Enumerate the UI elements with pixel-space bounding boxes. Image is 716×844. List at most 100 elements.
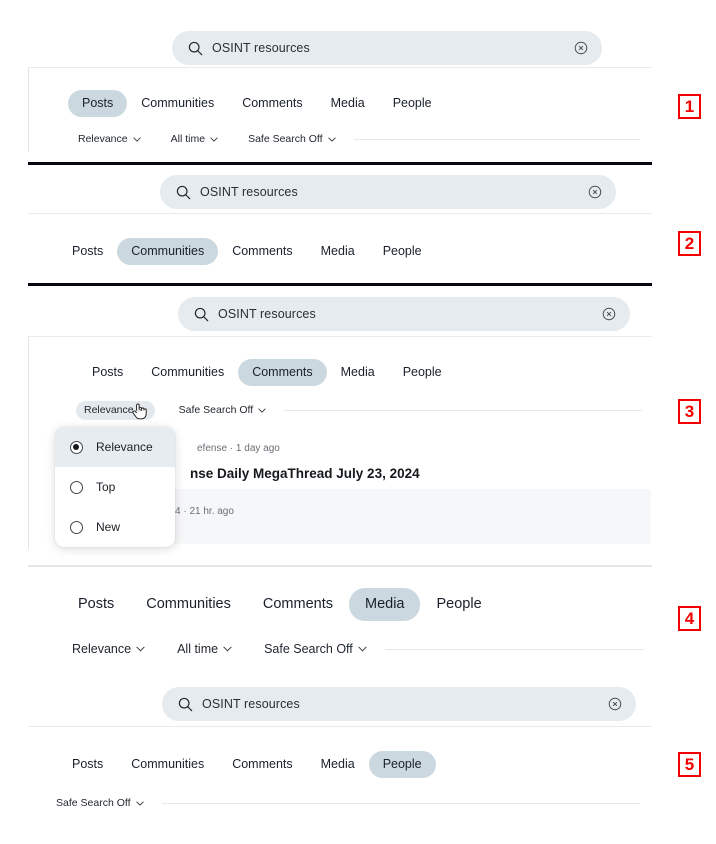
filter-sort[interactable]: Relevance <box>70 130 149 149</box>
search-icon <box>194 307 209 322</box>
clear-circle-icon[interactable] <box>602 307 616 321</box>
tab-comments[interactable]: Comments <box>218 751 306 778</box>
tab-bar-1: Posts Communities Comments Media People <box>68 90 446 117</box>
filter-bar-1: Relevance All time Safe Search Off <box>70 130 640 149</box>
search-bar-3[interactable]: OSINT resources <box>178 297 630 331</box>
tab-comments[interactable]: Comments <box>228 90 316 117</box>
result-card-2[interactable] <box>168 489 651 544</box>
marker-2: 2 <box>678 231 701 256</box>
tab-media[interactable]: Media <box>307 751 369 778</box>
tab-communities[interactable]: Communities <box>130 588 247 621</box>
filter-bar-3: Relevance Safe Search Off <box>76 401 642 420</box>
sort-dropdown-menu[interactable]: Relevance Top New <box>55 427 175 547</box>
filter-divider <box>284 410 642 411</box>
chevron-down-icon <box>133 137 141 142</box>
tab-people[interactable]: People <box>369 751 436 778</box>
menu-option-top[interactable]: Top <box>55 467 175 507</box>
tab-posts[interactable]: Posts <box>68 90 127 117</box>
search-input-value[interactable]: OSINT resources <box>218 307 602 321</box>
radio-unselected-icon[interactable] <box>70 481 83 494</box>
filter-safe-search[interactable]: Safe Search Off <box>48 794 152 813</box>
tab-posts[interactable]: Posts <box>58 238 117 265</box>
tab-people[interactable]: People <box>379 90 446 117</box>
chevron-down-icon <box>223 646 232 652</box>
filter-time[interactable]: All time <box>163 130 226 149</box>
filter-bar-4: Relevance All time Safe Search Off <box>64 639 644 660</box>
menu-option-label: Top <box>96 480 115 494</box>
clear-circle-icon[interactable] <box>588 185 602 199</box>
chevron-down-icon <box>136 801 144 806</box>
radio-unselected-icon[interactable] <box>70 521 83 534</box>
search-icon <box>176 185 191 200</box>
tab-comments[interactable]: Comments <box>218 238 306 265</box>
panel-separator-3-4 <box>28 565 652 567</box>
tab-communities[interactable]: Communities <box>117 238 218 265</box>
tab-media[interactable]: Media <box>327 359 389 386</box>
filter-safe-search[interactable]: Safe Search Off <box>240 130 344 149</box>
chevron-down-icon <box>258 408 266 413</box>
mouse-cursor-pointer-icon <box>131 402 148 421</box>
tab-communities[interactable]: Communities <box>127 90 228 117</box>
filter-sort[interactable]: Relevance <box>64 639 153 660</box>
filter-safe-search[interactable]: Safe Search Off <box>256 639 375 660</box>
search-icon <box>178 697 193 712</box>
panel-1-left-edge <box>28 67 29 152</box>
menu-option-label: New <box>96 520 120 534</box>
clear-circle-icon[interactable] <box>608 697 622 711</box>
filter-time-label: All time <box>171 134 205 145</box>
tab-bar-4: Posts Communities Comments Media People <box>62 588 498 621</box>
search-input-value[interactable]: OSINT resources <box>202 697 608 711</box>
filter-safe-search-label: Safe Search Off <box>179 405 254 416</box>
filter-safe-search[interactable]: Safe Search Off <box>171 401 275 420</box>
filter-time[interactable]: All time <box>169 639 240 660</box>
marker-3: 3 <box>678 399 701 424</box>
tab-media[interactable]: Media <box>307 238 369 265</box>
panel-1-top-rule <box>28 67 652 68</box>
marker-4: 4 <box>678 606 701 631</box>
screenshot-root: OSINT resources Posts Communities Commen… <box>0 0 716 844</box>
chevron-down-icon <box>358 646 367 652</box>
filter-divider <box>162 803 640 804</box>
search-bar-1[interactable]: OSINT resources <box>172 31 602 65</box>
radio-selected-icon[interactable] <box>70 441 83 454</box>
tab-communities[interactable]: Communities <box>117 751 218 778</box>
filter-safe-search-label: Safe Search Off <box>264 643 353 656</box>
result-title-1: nse Daily MegaThread July 23, 2024 <box>190 466 420 481</box>
menu-option-relevance[interactable]: Relevance <box>55 427 175 467</box>
tab-posts[interactable]: Posts <box>78 359 137 386</box>
filter-divider <box>385 649 644 650</box>
panel-5-top-rule <box>28 726 652 727</box>
tab-media[interactable]: Media <box>349 588 421 621</box>
chevron-down-icon <box>328 137 336 142</box>
marker-1: 1 <box>678 94 701 119</box>
search-bar-2[interactable]: OSINT resources <box>160 175 616 209</box>
filter-safe-search-label: Safe Search Off <box>56 798 131 809</box>
tab-comments[interactable]: Comments <box>238 359 326 386</box>
search-bar-5[interactable]: OSINT resources <box>162 687 636 721</box>
tab-bar-2: Posts Communities Comments Media People <box>58 238 436 265</box>
tab-people[interactable]: People <box>389 359 456 386</box>
tab-comments[interactable]: Comments <box>247 588 349 621</box>
search-input-value[interactable]: OSINT resources <box>200 185 588 199</box>
panel-separator-1-2 <box>28 162 652 165</box>
tab-communities[interactable]: Communities <box>137 359 238 386</box>
tab-people[interactable]: People <box>369 238 436 265</box>
tab-posts[interactable]: Posts <box>62 588 130 621</box>
tab-bar-5: Posts Communities Comments Media People <box>58 751 436 778</box>
filter-bar-5: Safe Search Off <box>48 794 640 813</box>
panel-separator-2-3 <box>28 283 652 286</box>
chevron-down-icon <box>210 137 218 142</box>
search-icon <box>188 41 203 56</box>
tab-people[interactable]: People <box>420 588 497 621</box>
tab-media[interactable]: Media <box>317 90 379 117</box>
search-input-value[interactable]: OSINT resources <box>212 41 574 55</box>
marker-5: 5 <box>678 752 701 777</box>
tab-posts[interactable]: Posts <box>58 751 117 778</box>
clear-circle-icon[interactable] <box>574 41 588 55</box>
menu-option-label: Relevance <box>96 440 153 454</box>
result-meta-1: efense · 1 day ago <box>197 443 280 454</box>
panel-2-top-rule <box>28 213 652 214</box>
filter-sort-label: Relevance <box>72 643 131 656</box>
menu-option-new[interactable]: New <box>55 507 175 547</box>
filter-divider <box>354 139 640 140</box>
